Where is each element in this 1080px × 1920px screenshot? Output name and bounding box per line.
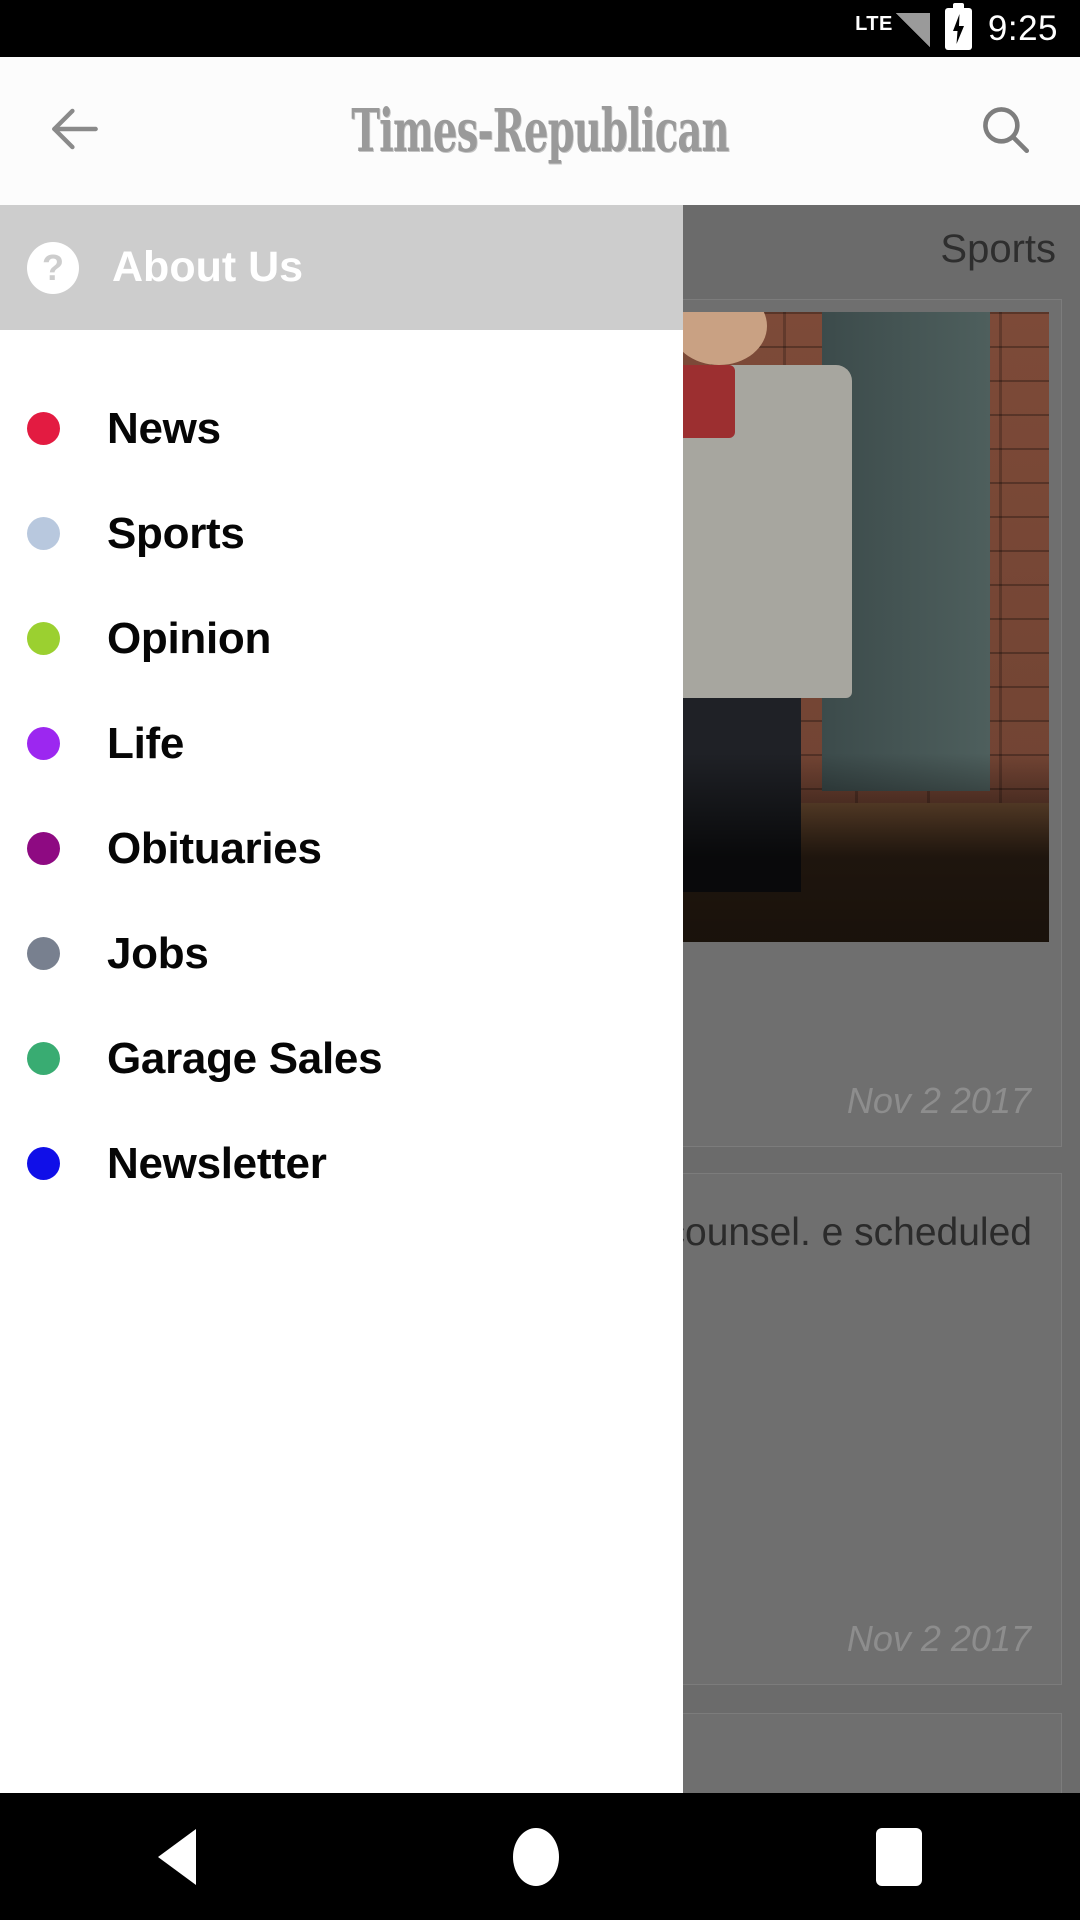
category-dot-icon xyxy=(27,1147,60,1180)
page-title: Times-Republican xyxy=(351,96,729,166)
drawer-item-garage-sales[interactable]: Garage Sales xyxy=(0,1006,683,1111)
drawer-header-label: About Us xyxy=(112,243,304,291)
status-bar-clock: 9:25 xyxy=(987,8,1058,48)
nav-back-triangle-icon[interactable] xyxy=(158,1828,197,1885)
drawer-item-label: News xyxy=(107,403,221,453)
drawer-item-label: Life xyxy=(107,718,185,768)
back-button[interactable] xyxy=(0,57,150,205)
app-bar: Times-Republican xyxy=(0,57,1080,205)
drawer-menu-list: News Sports Opinion Life Obituaries Jobs Garag… xyxy=(0,330,683,1216)
drawer-item-about-us[interactable]: ? About Us xyxy=(0,205,683,330)
category-dot-icon xyxy=(27,412,60,445)
system-navigation-bar xyxy=(0,1793,1080,1920)
nav-home-circle-icon[interactable] xyxy=(512,1827,559,1886)
phone-screen: LTE 9:25 Times-Republican Sports Nov 2 2… xyxy=(0,0,1080,1920)
drawer-item-life[interactable]: Life xyxy=(0,691,683,796)
search-button[interactable] xyxy=(930,57,1080,205)
drawer-item-label: Garage Sales xyxy=(107,1033,383,1083)
category-dot-icon xyxy=(27,832,60,865)
category-dot-icon xyxy=(27,727,60,760)
drawer-item-newsletter[interactable]: Newsletter xyxy=(0,1111,683,1216)
article-date: Nov 2 2017 xyxy=(846,1080,1031,1121)
category-dot-icon xyxy=(27,1042,60,1075)
search-icon xyxy=(976,100,1034,163)
drawer-item-label: Obituaries xyxy=(107,823,322,873)
article-date: Nov 2 2017 xyxy=(846,1618,1031,1659)
help-circle-icon: ? xyxy=(27,241,79,294)
drawer-item-news[interactable]: News xyxy=(0,376,683,481)
battery-charging-icon xyxy=(944,2,972,50)
tab-sports[interactable]: Sports xyxy=(940,227,1056,272)
drawer-item-label: Newsletter xyxy=(107,1138,327,1188)
drawer-item-label: Sports xyxy=(107,508,245,558)
navigation-drawer: ? About Us News Sports Opinion Life Obituari… xyxy=(0,205,683,1793)
drawer-item-obituaries[interactable]: Obituaries xyxy=(0,796,683,901)
category-dot-icon xyxy=(27,622,60,655)
drawer-item-opinion[interactable]: Opinion xyxy=(0,586,683,691)
category-dot-icon xyxy=(27,937,60,970)
drawer-item-sports[interactable]: Sports xyxy=(0,481,683,586)
network-type-label: LTE xyxy=(855,12,893,35)
charging-bolt-icon xyxy=(952,13,965,44)
drawer-item-label: Jobs xyxy=(107,928,209,978)
back-arrow-icon xyxy=(44,98,106,165)
signal-triangle-icon xyxy=(895,12,930,47)
drawer-item-label: Opinion xyxy=(107,613,272,663)
status-bar: LTE 9:25 xyxy=(0,0,1080,57)
category-dot-icon xyxy=(27,517,60,550)
nav-recents-square-icon[interactable] xyxy=(875,1827,922,1886)
network-status-group: LTE xyxy=(855,9,930,49)
drawer-item-jobs[interactable]: Jobs xyxy=(0,901,683,1006)
